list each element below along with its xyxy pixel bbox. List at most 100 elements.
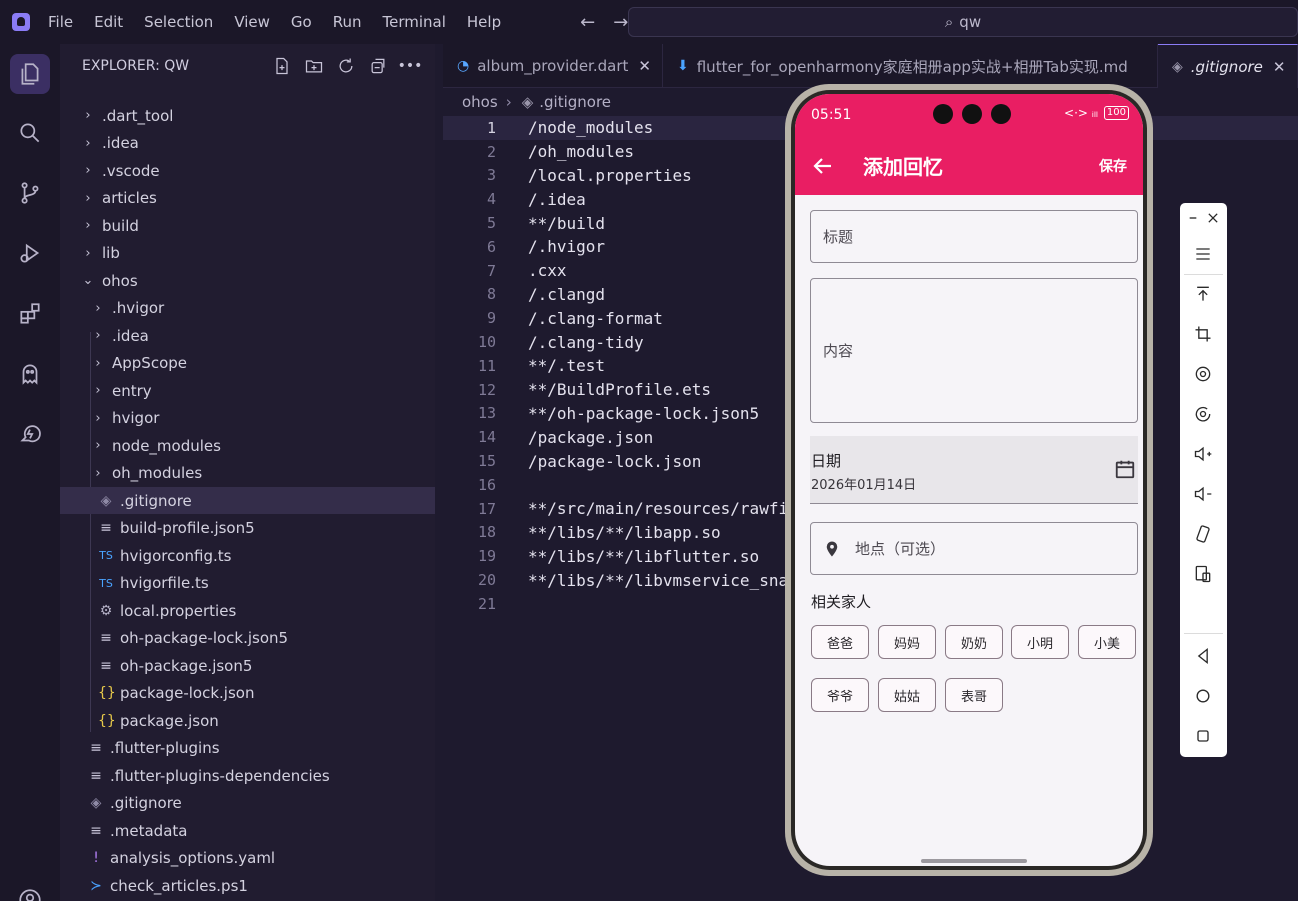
assistant-icon[interactable]	[10, 414, 50, 454]
tab-album-provider[interactable]: ◔ album_provider.dart ✕	[443, 44, 663, 88]
explorer-icon[interactable]	[10, 54, 50, 94]
tree-folder[interactable]: › articles	[60, 185, 435, 212]
tab-markdown-doc[interactable]: ⬇ flutter_for_openharmony家庭相册app实战+相册Tab…	[663, 44, 1158, 88]
menu-edit[interactable]: Edit	[94, 13, 123, 31]
tree-label: hvigor	[112, 409, 160, 427]
tree-folder[interactable]: › lib	[60, 240, 435, 267]
breadcrumb-file[interactable]: .gitignore	[539, 93, 611, 111]
search-icon[interactable]	[10, 113, 50, 153]
back-arrow-icon[interactable]	[811, 154, 835, 178]
tree-file[interactable]: TS hvigorconfig.ts	[60, 542, 435, 569]
code-text: .cxx	[528, 261, 567, 281]
tree-file[interactable]: ! analysis_options.yaml	[60, 845, 435, 872]
tree-file[interactable]: ◈ .gitignore	[60, 790, 435, 817]
tree-folder[interactable]: › oh_modules	[60, 460, 435, 487]
command-center-search[interactable]: ⌕ qw	[628, 7, 1298, 37]
tree-file[interactable]: ≡ .flutter-plugins	[60, 735, 435, 762]
tree-file[interactable]: ≻ check_articles.ps1	[60, 872, 435, 899]
new-file-icon[interactable]	[271, 55, 293, 77]
tree-label: package.json	[120, 711, 219, 730]
code-text: **/libs/**/libvmservice_sna	[528, 570, 789, 590]
screenshot-icon[interactable]	[1191, 402, 1215, 426]
arrow-left-icon[interactable]: ←	[580, 12, 595, 33]
chip-xiaoming[interactable]: 小明	[1011, 625, 1069, 659]
calendar-icon[interactable]	[1114, 458, 1136, 480]
refresh-icon[interactable]	[335, 55, 357, 77]
chip-cousin[interactable]: 表哥	[945, 678, 1003, 712]
tree-label: .hvigor	[112, 299, 165, 317]
back-icon[interactable]	[1191, 644, 1215, 668]
accounts-icon[interactable]	[10, 880, 50, 901]
tree-file[interactable]: TS hvigorfile.ts	[60, 570, 435, 597]
tree-file[interactable]: ◈ .gitignore	[60, 487, 435, 514]
ghost-icon[interactable]	[10, 354, 50, 394]
chip-dad[interactable]: 爸爸	[811, 625, 869, 659]
tree-file[interactable]: ≡ oh-package-lock.json5	[60, 625, 435, 652]
tree-file[interactable]: ≡ .metadata	[60, 817, 435, 844]
menu-go[interactable]: Go	[291, 13, 312, 31]
volume-up-icon[interactable]	[1191, 442, 1215, 466]
pin-top-icon[interactable]	[1191, 282, 1215, 306]
home-icon[interactable]	[1191, 684, 1215, 708]
menu-run[interactable]: Run	[333, 13, 362, 31]
gesture-bar[interactable]	[921, 859, 1027, 863]
tree-folder[interactable]: › .idea	[60, 130, 435, 157]
content-input[interactable]: 内容	[810, 278, 1138, 423]
chip-aunt[interactable]: 姑姑	[878, 678, 936, 712]
menu-view[interactable]: View	[234, 13, 270, 31]
date-picker-field[interactable]: 日期 2026年01月14日	[810, 436, 1138, 504]
multi-device-icon[interactable]	[1191, 562, 1215, 586]
chip-grandma[interactable]: 奶奶	[945, 625, 1003, 659]
tree-folder[interactable]: ⌄ ohos	[60, 267, 435, 294]
rotate-icon[interactable]	[1191, 362, 1215, 386]
arrow-right-icon[interactable]: →	[613, 12, 628, 33]
line-number: 14	[477, 428, 496, 447]
location-input[interactable]: 地点（可选）	[810, 522, 1138, 575]
tree-folder[interactable]: › .hvigor	[60, 295, 435, 322]
tree-folder[interactable]: › .dart_tool	[60, 102, 435, 129]
recents-icon[interactable]	[1191, 724, 1215, 748]
extensions-icon[interactable]	[10, 294, 50, 334]
volume-down-icon[interactable]	[1191, 482, 1215, 506]
more-icon[interactable]: •••	[398, 55, 423, 77]
tree-folder[interactable]: › .idea	[60, 322, 435, 349]
title-input[interactable]: 标题	[810, 210, 1138, 263]
tree-file[interactable]: ⚙ local.properties	[60, 597, 435, 624]
git-icon: ◈	[1172, 58, 1183, 75]
tree-file[interactable]: ≡ .flutter-plugins-dependencies	[60, 762, 435, 789]
close-icon[interactable]	[1203, 206, 1223, 230]
tree-folder[interactable]: › hvigor	[60, 405, 435, 432]
tree-file[interactable]: {} package-lock.json	[60, 680, 435, 707]
run-debug-icon[interactable]	[10, 233, 50, 273]
menu-file[interactable]: File	[48, 13, 73, 31]
tree-folder[interactable]: › node_modules	[60, 432, 435, 459]
menu-help[interactable]: Help	[467, 13, 501, 31]
tree-label: .gitignore	[120, 491, 192, 510]
tree-file[interactable]: ≡ build-profile.json5	[60, 515, 435, 542]
save-button[interactable]: 保存	[1099, 156, 1127, 176]
tree-folder[interactable]: › .vscode	[60, 157, 435, 184]
tree-file[interactable]: ≡ oh-package.json5	[60, 652, 435, 679]
shake-icon[interactable]	[1191, 522, 1215, 546]
chip-xiaomei[interactable]: 小美	[1078, 625, 1136, 659]
collapse-all-icon[interactable]	[367, 55, 389, 77]
tree-file[interactable]: {} package.json	[60, 707, 435, 734]
chevron-right-icon: ›	[85, 218, 91, 233]
new-folder-icon[interactable]	[303, 55, 325, 77]
tree-folder[interactable]: › AppScope	[60, 350, 435, 377]
code-text: **/libs/**/libflutter.so	[528, 546, 760, 566]
source-control-icon[interactable]	[10, 173, 50, 213]
tab-gitignore[interactable]: ◈ .gitignore ✕	[1158, 44, 1298, 88]
close-icon[interactable]: ✕	[1273, 58, 1286, 76]
crop-icon[interactable]	[1191, 322, 1215, 346]
tree-folder[interactable]: › entry	[60, 377, 435, 404]
menu-icon[interactable]	[1191, 242, 1215, 266]
tree-folder[interactable]: › build	[60, 212, 435, 239]
chip-mom[interactable]: 妈妈	[878, 625, 936, 659]
menu-selection[interactable]: Selection	[144, 13, 213, 31]
close-icon[interactable]: ✕	[638, 57, 651, 75]
minimize-icon[interactable]	[1183, 206, 1203, 230]
chip-grandpa[interactable]: 爷爷	[811, 678, 869, 712]
breadcrumb-folder[interactable]: ohos	[462, 93, 498, 111]
menu-terminal[interactable]: Terminal	[383, 13, 446, 31]
